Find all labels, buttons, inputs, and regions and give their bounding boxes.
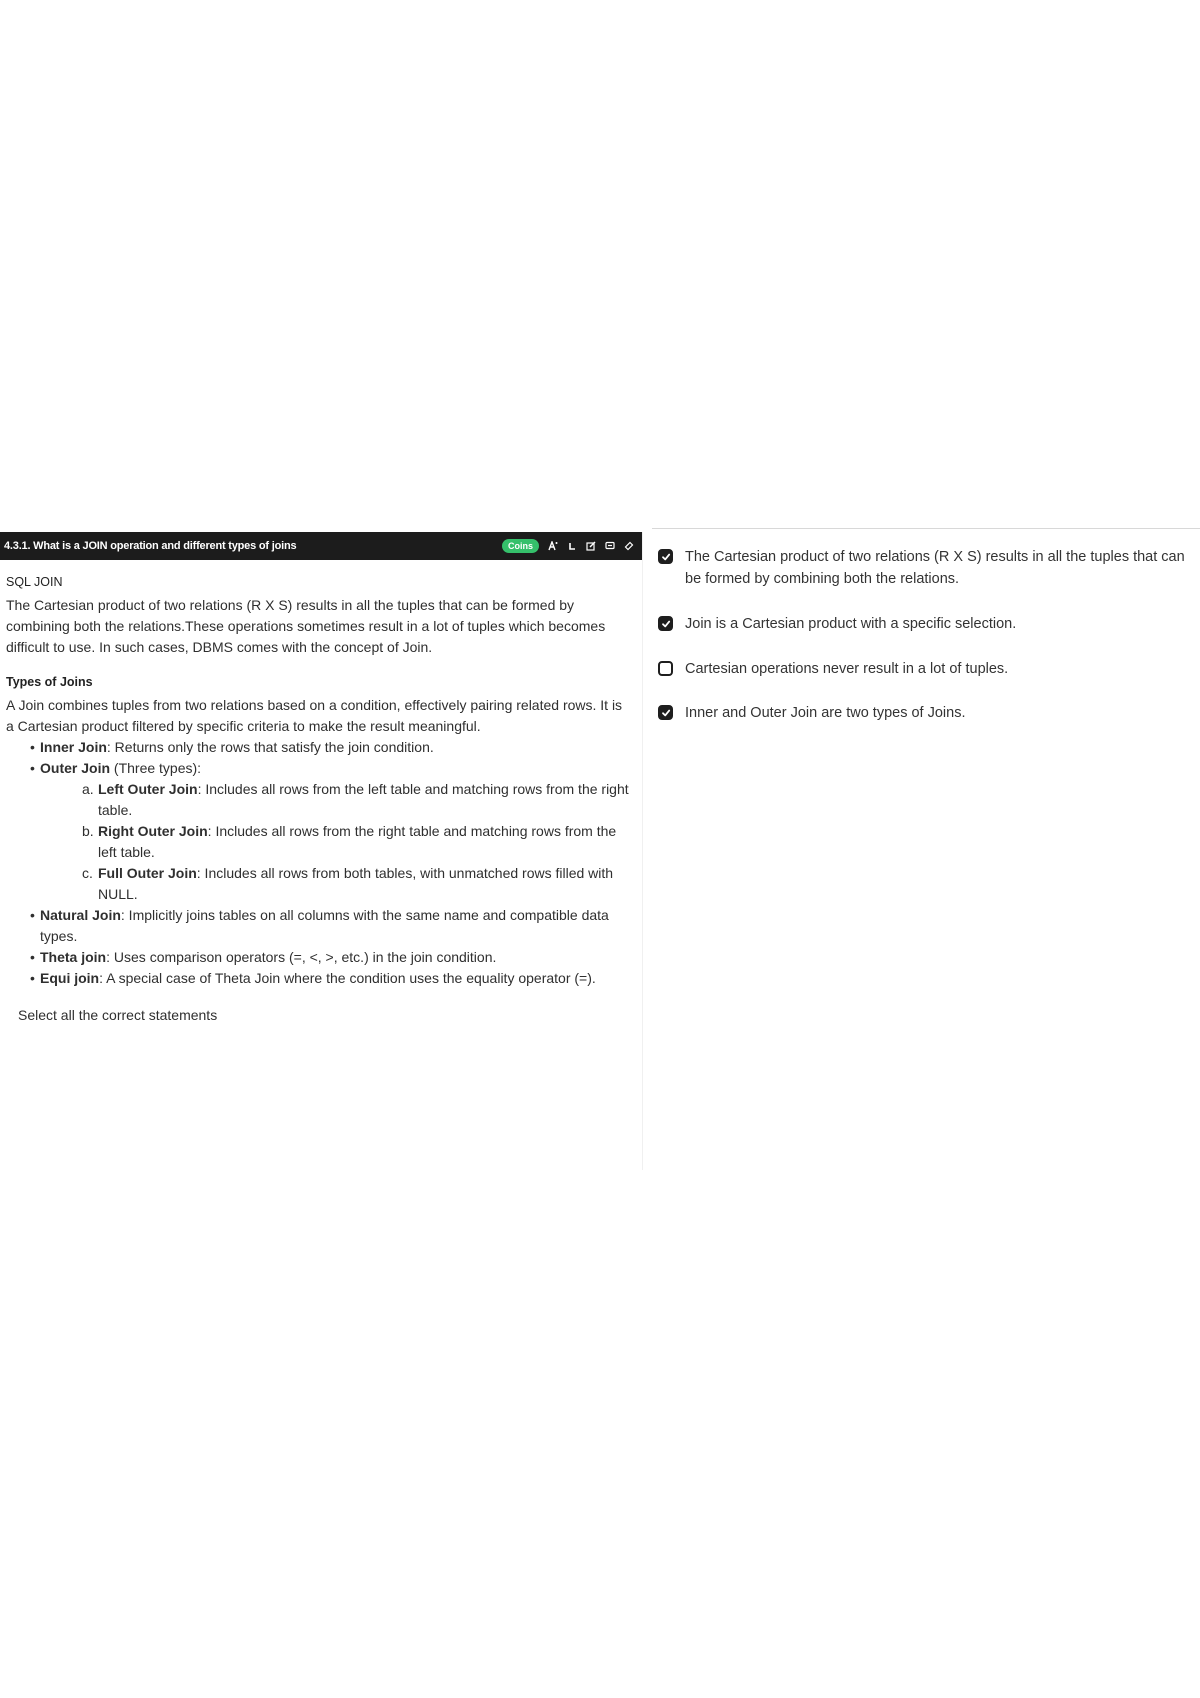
option-text: Inner and Outer Join are two types of Jo… bbox=[685, 705, 966, 721]
list-item: • Theta join: Uses comparison operators (… bbox=[30, 949, 497, 965]
option-text: The Cartesian product of two relations (… bbox=[685, 549, 1185, 587]
lesson-panel: 4.3.1. What is a JOIN operation and diff… bbox=[0, 532, 643, 1170]
list-item: • Equi join: A special case of Theta Join… bbox=[30, 970, 596, 986]
types-heading: Types of Joins bbox=[6, 675, 93, 689]
outer-join-types: a. Left Outer Join: Includes all rows fro… bbox=[6, 779, 630, 905]
option-2[interactable]: Join is a Cartesian product with a speci… bbox=[658, 613, 1198, 635]
list-item: a. Left Outer Join: Includes all rows fro… bbox=[82, 781, 629, 818]
lesson-screen: 4.3.1. What is a JOIN operation and diff… bbox=[0, 528, 1200, 1170]
link-icon[interactable] bbox=[624, 540, 634, 552]
list-item: • Natural Join: Implicitly joins tables o… bbox=[30, 907, 609, 944]
coins-badge[interactable]: Coins bbox=[501, 539, 539, 553]
comment-icon[interactable] bbox=[605, 540, 615, 552]
lesson-title: 4.3.1. What is a JOIN operation and diff… bbox=[4, 540, 297, 552]
intro-paragraph: The Cartesian product of two relations (… bbox=[6, 597, 606, 655]
toolbar: Coins bbox=[501, 539, 634, 553]
option-3[interactable]: Cartesian operations never result in a l… bbox=[658, 658, 1198, 680]
refresh-icon[interactable] bbox=[567, 540, 577, 552]
edit-icon[interactable] bbox=[586, 540, 596, 552]
join-types-list-more: • Natural Join: Implicitly joins tables o… bbox=[6, 905, 630, 989]
option-4[interactable]: Inner and Outer Join are two types of Jo… bbox=[658, 702, 1198, 724]
option-text: Join is a Cartesian product with a speci… bbox=[685, 616, 1017, 632]
checkbox-icon[interactable] bbox=[658, 549, 673, 564]
types-intro: A Join combines tuples from two relation… bbox=[6, 697, 623, 734]
list-item: • Outer Join (Three types): bbox=[30, 760, 202, 776]
divider bbox=[652, 528, 1200, 529]
section-heading: SQL JOIN bbox=[6, 575, 63, 589]
question-prompt: Select all the correct statements bbox=[18, 1007, 218, 1023]
checkbox-icon[interactable] bbox=[658, 661, 673, 676]
ai-icon[interactable] bbox=[548, 540, 558, 552]
list-item: b. Right Outer Join: Includes all rows fr… bbox=[82, 823, 617, 860]
option-text: Cartesian operations never result in a l… bbox=[685, 661, 1009, 677]
checkbox-icon[interactable] bbox=[658, 616, 673, 631]
list-item: c. Full Outer Join: Includes all rows fro… bbox=[82, 865, 614, 902]
checkbox-icon[interactable] bbox=[658, 705, 673, 720]
join-types-list: • Inner Join: Returns only the rows that … bbox=[6, 737, 630, 779]
list-item: • Inner Join: Returns only the rows that … bbox=[30, 739, 434, 755]
options-panel: The Cartesian product of two relations (… bbox=[652, 528, 1200, 1170]
lesson-topbar: 4.3.1. What is a JOIN operation and diff… bbox=[0, 532, 642, 560]
option-1[interactable]: The Cartesian product of two relations (… bbox=[658, 546, 1198, 590]
lesson-content: SQL JOIN The Cartesian product of two re… bbox=[6, 572, 630, 1040]
